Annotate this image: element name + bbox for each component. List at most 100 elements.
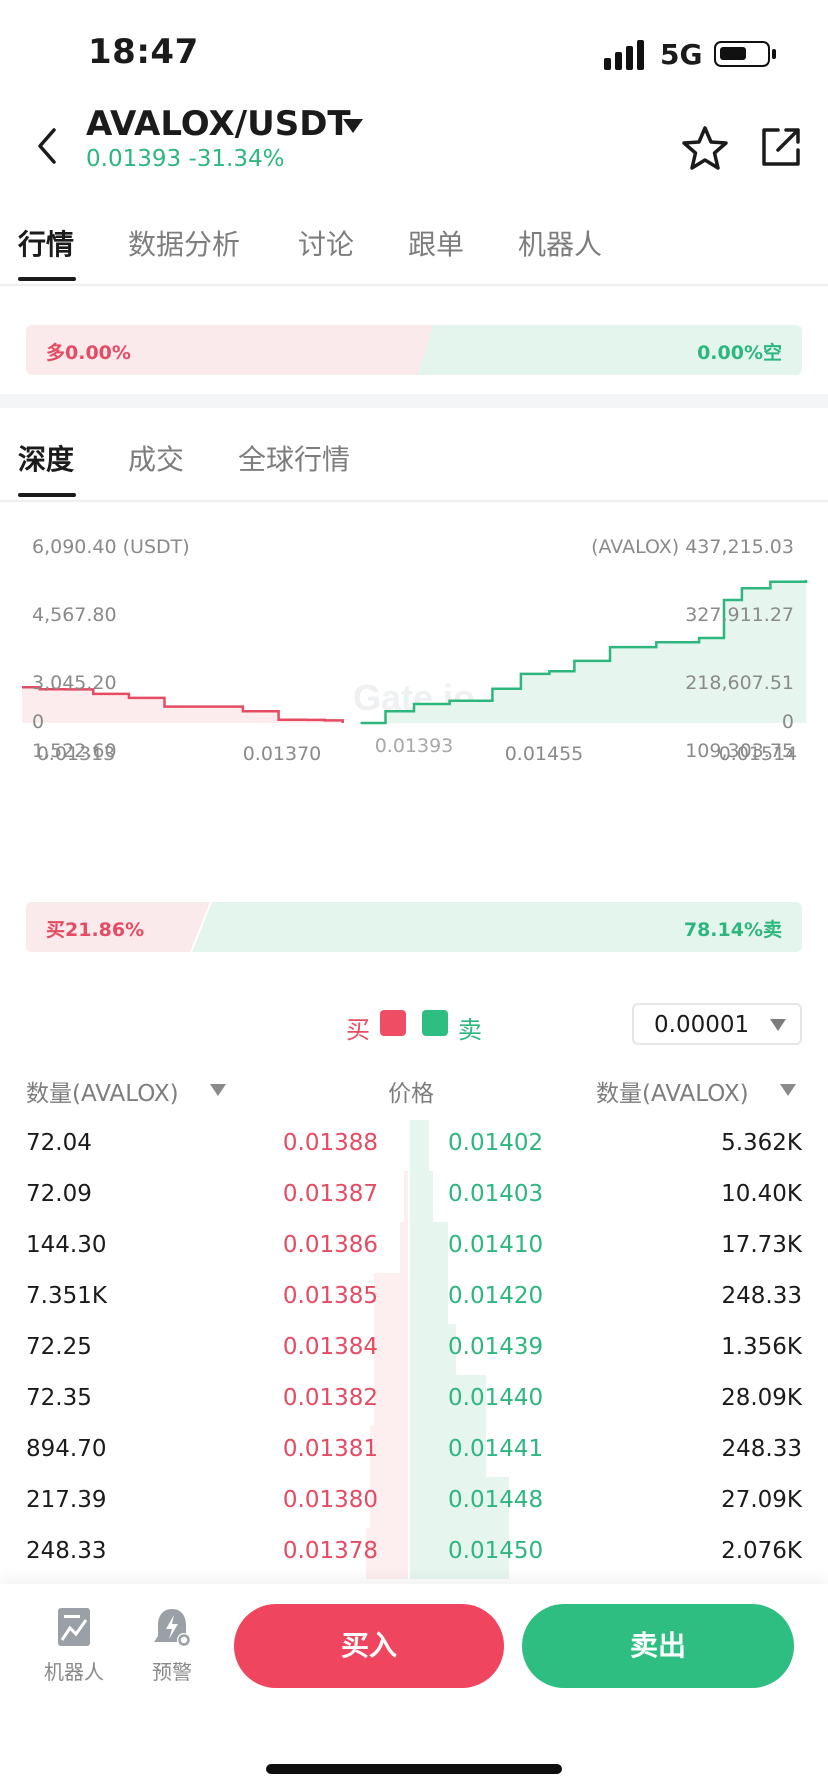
tab-discussion[interactable]: 讨论 — [298, 223, 354, 263]
orderbook-row[interactable]: 72.09 0.01387 0.01403 10.40K — [0, 1169, 828, 1222]
buy-button[interactable]: 买入 — [234, 1604, 504, 1688]
y-right-tick-label: 218,607.51 — [685, 672, 794, 694]
ask-depth-bar — [410, 1171, 433, 1222]
alert-label: 预警 — [152, 1660, 192, 1684]
sell-button[interactable]: 卖出 — [522, 1604, 794, 1688]
tab-market[interactable]: 行情 — [18, 223, 74, 263]
y-right-tick-label: (AVALOX) 437,215.03 — [591, 536, 794, 558]
y-left-labels: 6,090.40 (USDT)4,567.803,045.201,522.600 — [32, 536, 190, 762]
ask-quantity: 248.33 — [721, 1436, 802, 1462]
orderbook-row[interactable]: 217.39 0.01380 0.01448 27.09K — [0, 1475, 828, 1528]
legend-sell-label: 卖 — [458, 1016, 482, 1044]
legend-buy-label: 买 — [346, 1016, 370, 1044]
bid-depth-bar — [374, 1273, 408, 1324]
tab-copy-trade[interactable]: 跟单 — [408, 223, 464, 263]
pair-title[interactable]: AVALOX/USDT — [86, 104, 351, 144]
bid-quantity: 72.25 — [26, 1334, 92, 1360]
y-left-tick-label: 6,090.40 (USDT) — [32, 536, 190, 558]
x-tick-label: 0.01313 — [37, 743, 116, 765]
ask-price: 0.01448 — [448, 1487, 544, 1513]
depth-chart[interactable]: Gate.io 6,090.40 (USDT)4,567.803,045.201… — [0, 520, 828, 880]
y-left-tick-label: 3,045.20 — [32, 672, 117, 694]
home-indicator[interactable] — [266, 1764, 562, 1774]
ask-price: 0.01420 — [448, 1283, 544, 1309]
alert-shortcut[interactable]: 预警 — [132, 1606, 212, 1696]
orderbook-row[interactable]: 894.70 0.01381 0.01441 248.33 — [0, 1424, 828, 1477]
robot-shortcut[interactable]: 机器人 — [34, 1606, 114, 1696]
legend-buy-swatch — [380, 1010, 406, 1036]
share-icon[interactable] — [758, 124, 804, 170]
orderbook-row[interactable]: 72.35 0.01382 0.01440 28.09K — [0, 1373, 828, 1426]
ask-price: 0.01440 — [448, 1385, 544, 1411]
bid-price: 0.01378 — [282, 1538, 378, 1564]
orderbook-row[interactable]: 7.351K 0.01385 0.01420 248.33 — [0, 1271, 828, 1324]
ask-quantity: 1.356K — [721, 1334, 802, 1360]
tab-depth[interactable]: 深度 — [18, 438, 74, 478]
ask-price: 0.01439 — [448, 1334, 544, 1360]
ask-depth-bar — [410, 1120, 429, 1171]
ask-price: 0.01402 — [448, 1130, 544, 1156]
tab-global-market[interactable]: 全球行情 — [238, 438, 350, 478]
bid-price: 0.01387 — [282, 1181, 378, 1207]
orderbook-row[interactable]: 248.33 0.01378 0.01450 2.076K — [0, 1526, 828, 1579]
bid-price: 0.01380 — [282, 1487, 378, 1513]
tab-trades[interactable]: 成交 — [128, 438, 184, 478]
bid-price: 0.01385 — [282, 1283, 378, 1309]
signal-icon — [604, 40, 644, 70]
bid-depth-bar — [404, 1171, 408, 1222]
precision-value: 0.00001 — [654, 1012, 750, 1038]
x-tick-label: 0.01514 — [719, 743, 798, 765]
orderbook-rows: 72.04 0.01388 0.01402 5.362K 72.09 0.01387 0.0… — [0, 1118, 828, 1588]
orderbook-row[interactable]: 72.25 0.01384 0.01439 1.356K — [0, 1322, 828, 1375]
orderbook-row[interactable]: 72.04 0.01388 0.01402 5.362K — [0, 1118, 828, 1171]
ask-quantity: 2.076K — [721, 1538, 802, 1564]
ask-quantity: 17.73K — [721, 1232, 802, 1258]
long-short-ratio-bar: 多0.00% 0.00%空 — [26, 325, 802, 375]
bid-depth-bar — [400, 1222, 408, 1273]
network-label: 5G — [660, 38, 703, 71]
bid-price: 0.01386 — [282, 1232, 378, 1258]
precision-select[interactable]: 0.00001 — [632, 1003, 802, 1045]
bid-price: 0.01382 — [282, 1385, 378, 1411]
star-icon[interactable] — [680, 124, 730, 174]
col-bid-qty-header[interactable]: 数量(AVALOX) — [26, 1074, 179, 1108]
bid-depth-bar — [374, 1324, 408, 1375]
bid-quantity: 72.09 — [26, 1181, 92, 1207]
divider — [0, 284, 828, 286]
bid-quantity: 72.35 — [26, 1385, 92, 1411]
ask-depth-bar — [410, 1273, 448, 1324]
bid-quantity: 144.30 — [26, 1232, 107, 1258]
tab-data-analysis[interactable]: 数据分析 — [128, 223, 240, 263]
battery-cap — [772, 49, 776, 59]
ask-quantity: 10.40K — [721, 1181, 802, 1207]
y-left-tick-label: 4,567.80 — [32, 604, 117, 626]
bid-price: 0.01381 — [282, 1436, 378, 1462]
bid-quantity: 217.39 — [26, 1487, 107, 1513]
bid-depth-bar — [374, 1375, 408, 1426]
x-tick-label: 0.01370 — [243, 743, 322, 765]
ask-price: 0.01410 — [448, 1232, 544, 1258]
orderbook-row[interactable]: 144.30 0.01386 0.01410 17.73K — [0, 1220, 828, 1273]
ask-price: 0.01441 — [448, 1436, 544, 1462]
col-ask-qty-header[interactable]: 数量(AVALOX) — [596, 1074, 749, 1108]
y-right-tick-label: 0 — [782, 711, 794, 733]
caret-down-icon[interactable] — [342, 118, 364, 134]
battery-icon — [714, 41, 770, 67]
caret-down-icon[interactable] — [210, 1084, 226, 1096]
tab-underline — [18, 277, 76, 281]
bid-quantity: 248.33 — [26, 1538, 107, 1564]
section-gap — [0, 394, 828, 408]
sell-ratio: 78.14%卖 — [683, 919, 782, 941]
bid-quantity: 72.04 — [26, 1130, 92, 1156]
bid-price: 0.01384 — [282, 1334, 378, 1360]
ask-quantity: 28.09K — [721, 1385, 802, 1411]
ask-price: 0.01450 — [448, 1538, 544, 1564]
tab-robot[interactable]: 机器人 — [518, 223, 602, 263]
col-price-header: 价格 — [388, 1081, 434, 1107]
x-tick-label: 0.01455 — [505, 743, 584, 765]
y-left-tick-label: 0 — [32, 711, 44, 733]
back-arrow-icon[interactable] — [28, 122, 68, 170]
status-bar: 18:47 5G — [0, 0, 828, 100]
caret-down-icon[interactable] — [780, 1084, 796, 1096]
last-price: 0.01393 — [86, 146, 182, 172]
